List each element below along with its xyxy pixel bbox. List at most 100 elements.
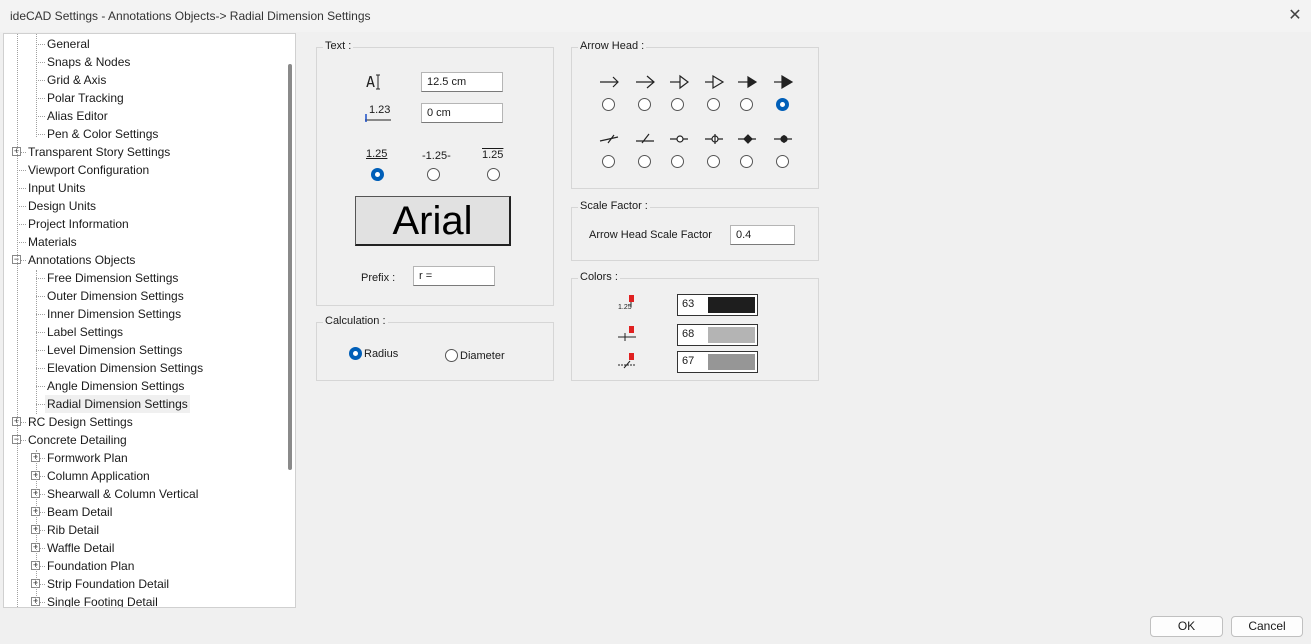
arrow-style-7-radio[interactable] [602,155,615,168]
tree-item[interactable]: Elevation Dimension Settings [47,359,203,377]
calculation-group-label: Calculation : [323,315,388,327]
ok-button[interactable]: OK [1150,616,1223,637]
tree-scrollbar[interactable] [288,64,292,470]
tree-item[interactable]: Rib Detail [47,521,99,539]
tree-item[interactable]: Polar Tracking [47,89,124,107]
text-color-fill [708,297,755,313]
tree-connector [36,350,45,351]
tree-item[interactable]: Single Footing Detail [47,593,158,607]
text-height-input[interactable]: 12.5 cm [421,72,503,92]
arrow-style-10-radio[interactable] [707,155,720,168]
arrow-style-1-radio[interactable] [602,98,615,111]
tree-item[interactable]: Free Dimension Settings [47,269,178,287]
tree-connector [17,242,26,243]
text-color-number: 63 [682,298,695,310]
tree-connector [36,98,45,99]
arrow-style-5-radio[interactable] [740,98,753,111]
diameter-label: Diameter [460,350,505,362]
arrow-head-group-label: Arrow Head : [578,40,647,52]
tree-connector [17,170,26,171]
tree-item[interactable]: Shearwall & Column Vertical [47,485,198,503]
tree-item[interactable]: Pen & Color Settings [47,125,158,143]
font-button[interactable]: Arial [355,196,511,246]
text-color-swatch[interactable]: 63 [677,294,758,316]
tree-item[interactable]: Inner Dimension Settings [47,305,181,323]
tree-item[interactable]: Column Application [47,467,150,485]
tree-item[interactable]: Outer Dimension Settings [47,287,184,305]
tree-item[interactable]: Grid & Axis [47,71,106,89]
arrow-style-11-radio[interactable] [740,155,753,168]
tree-guide [36,270,37,414]
tree-connector [36,62,45,63]
text-offset-icon [365,114,391,122]
tree-item[interactable]: Design Units [28,197,96,215]
tree-item[interactable]: Radial Dimension Settings [45,395,190,413]
arrow-closed-hollow-icon [705,74,725,90]
tree-item[interactable]: Annotations Objects [28,251,135,269]
tree-item[interactable]: Snaps & Nodes [47,53,130,71]
tree-connector [36,332,45,333]
tree-item[interactable]: Foundation Plan [47,557,134,575]
tree-connector [36,296,45,297]
tree-connector [36,278,45,279]
tree-connector [36,80,45,81]
arrow-style-12-radio[interactable] [776,155,789,168]
text-position-above-radio[interactable] [371,168,384,181]
scale-factor-group-label: Scale Factor : [578,200,650,212]
colors-group-label: Colors : [578,271,620,283]
arrow-style-2-radio[interactable] [638,98,651,111]
tree-item[interactable]: Level Dimension Settings [47,341,182,359]
tree-item[interactable]: Alias Editor [47,107,108,125]
arrow-style-3-radio[interactable] [671,98,684,111]
prefix-input[interactable]: r = [413,266,495,286]
tree-guide [17,34,18,607]
radius-radio[interactable] [349,347,362,360]
arrow-style-8-radio[interactable] [638,155,651,168]
window-title: ideCAD Settings - Annotations Objects-> … [10,9,371,23]
tree-item[interactable]: Label Settings [47,323,123,341]
tree-guide [36,34,37,137]
line-color-number: 68 [682,328,695,340]
tree-connector [36,386,45,387]
close-icon[interactable]: ✕ [1284,6,1306,26]
tree-item[interactable]: Strip Foundation Detail [47,575,169,593]
tree-item[interactable]: Project Information [28,215,129,233]
tree-item[interactable]: Waffle Detail [47,539,114,557]
text-position-below-label: 1.25 [482,149,504,161]
line-color-swatch[interactable]: 68 [677,324,758,346]
tree-item[interactable]: Angle Dimension Settings [47,377,184,395]
dot-filled-icon [774,135,792,143]
arrow-styles-row-2 [599,133,792,144]
title-bar: ideCAD Settings - Annotations Objects-> … [0,0,1311,32]
tree-item[interactable]: Viewport Configuration [28,161,149,179]
tree-item[interactable]: Concrete Detailing [28,431,127,449]
settings-tree[interactable]: General Snaps & Nodes Grid & Axis Polar Tra… [3,33,296,608]
arrow-head-scale-input[interactable]: 0.4 [730,225,795,245]
tree-item[interactable]: Formwork Plan [47,449,128,467]
text-position-inline-radio[interactable] [427,168,440,181]
arrow-closed-line-icon [670,74,689,90]
arrow-filled-wide-icon [774,74,794,90]
diamond-filled-icon [738,134,756,144]
diameter-radio[interactable] [445,349,458,362]
arrow-color-swatch[interactable]: 67 [677,351,758,373]
tree-item[interactable]: Beam Detail [47,503,112,521]
dot-open-icon [670,135,688,143]
arrow-color-fill [708,354,755,370]
tree-item[interactable]: Transparent Story Settings [28,143,170,161]
arrow-styles-row-1 [600,74,794,90]
tree-item[interactable]: General [47,35,90,53]
text-position-below-radio[interactable] [487,168,500,181]
line-color-fill [708,327,755,343]
tree-item[interactable]: RC Design Settings [28,413,133,431]
arrow-open-icon [636,75,655,89]
cancel-button[interactable]: Cancel [1231,616,1303,637]
radius-label: Radius [364,348,399,360]
arrow-color-icon [618,353,636,369]
tree-item[interactable]: Input Units [28,179,85,197]
text-offset-input[interactable]: 0 cm [421,103,503,123]
arrow-style-9-radio[interactable] [671,155,684,168]
arrow-style-4-radio[interactable] [707,98,720,111]
tree-item[interactable]: Materials [28,233,77,251]
arrow-style-6-radio[interactable] [776,98,789,111]
